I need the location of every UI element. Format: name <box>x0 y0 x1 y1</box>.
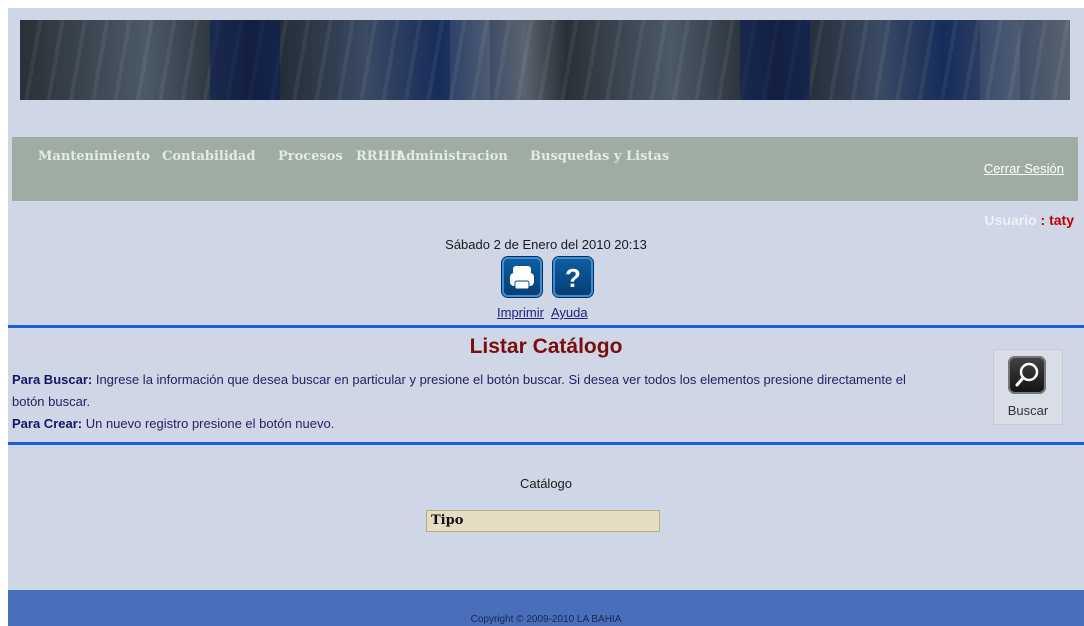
svg-text:?: ? <box>565 263 581 293</box>
page: Mantenimiento Contabilidad Procesos RRHH… <box>8 8 1084 626</box>
current-user: Usuario : taty <box>985 212 1074 228</box>
bottom-separator <box>8 442 1084 445</box>
menu-item-contabilidad[interactable]: Contabilidad <box>162 149 255 164</box>
print-link[interactable]: Imprimir <box>497 305 544 320</box>
help-link[interactable]: Ayuda <box>551 305 588 320</box>
main-menu-bar: Mantenimiento Contabilidad Procesos RRHH… <box>12 137 1078 201</box>
menu-item-administracion[interactable]: Administracion <box>396 149 508 164</box>
user-name: taty <box>1049 212 1074 228</box>
printer-icon <box>510 266 534 290</box>
search-instruction: Para Buscar: Ingrese la información que … <box>12 369 932 413</box>
menu-item-procesos[interactable]: Procesos <box>278 149 343 164</box>
search-button[interactable]: Buscar <box>993 349 1063 425</box>
menu-item-mantenimiento[interactable]: Mantenimiento <box>38 149 150 164</box>
create-instruction-label: Para Crear: <box>12 416 83 431</box>
page-title: Listar Catálogo <box>469 335 623 358</box>
header-banner-image <box>20 20 1070 100</box>
logout-link[interactable]: Cerrar Sesión <box>984 161 1064 176</box>
user-label: Usuario <box>984 212 1037 228</box>
search-instruction-text: Ingrese la información que desea buscar … <box>12 372 906 409</box>
help-button[interactable]: ? <box>553 257 593 297</box>
search-instruction-label: Para Buscar: <box>12 372 93 387</box>
footer: Copyright © 2009-2010 LA BAHIA <box>8 590 1084 626</box>
magnifier-icon <box>1008 356 1046 394</box>
menu-item-busquedas-listas[interactable]: Busquedas y Listas <box>530 149 669 164</box>
print-button[interactable] <box>502 257 542 297</box>
user-separator: : <box>1036 212 1050 228</box>
search-button-label: Buscar <box>1007 403 1049 418</box>
create-instruction: Para Crear: Un nuevo registro presione e… <box>12 413 932 435</box>
top-separator <box>8 325 1084 328</box>
copyright-text: Copyright © 2009-2010 LA BAHIA <box>470 614 622 625</box>
catalog-label: Catálogo <box>519 476 573 491</box>
instructions: Para Buscar: Ingrese la información que … <box>12 369 932 435</box>
create-instruction-text: Un nuevo registro presione el botón nuev… <box>82 416 335 431</box>
catalog-column-tipo[interactable]: Tipo <box>426 510 660 532</box>
help-icon: ? <box>565 263 581 293</box>
current-datetime: Sábado 2 de Enero del 2010 20:13 <box>445 237 647 252</box>
